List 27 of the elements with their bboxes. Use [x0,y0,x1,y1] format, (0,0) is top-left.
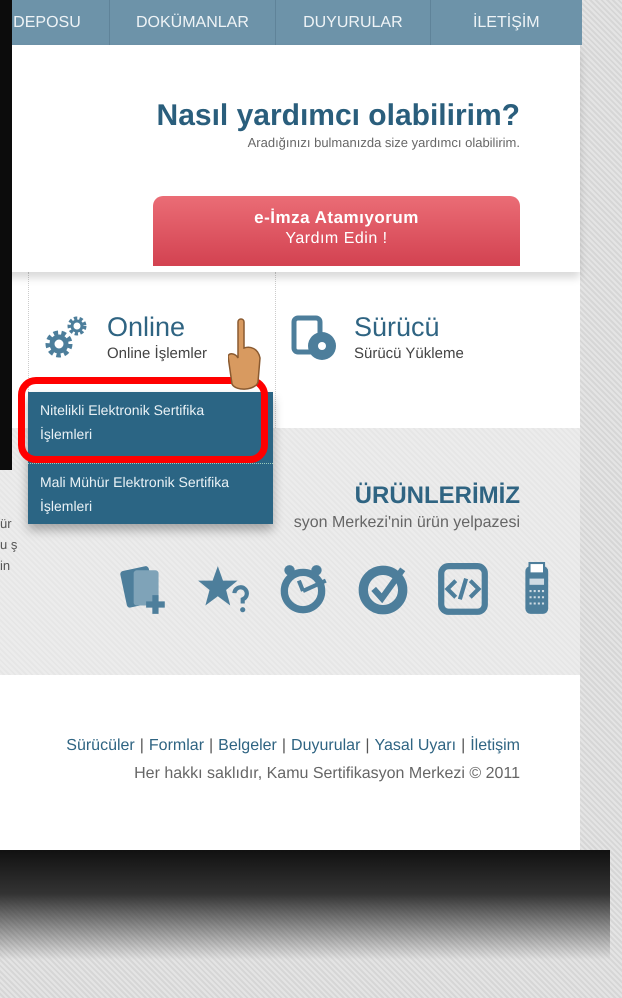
feature-subtitle: Sürücü Yükleme [354,345,464,362]
footer-link[interactable]: Duyurular [291,737,360,755]
products-subtitle: syon Merkezi'nin ürün yelpazesi [294,514,520,532]
menu-item[interactable]: Nitelikli Elektronik Sertifika İşlemleri [28,392,257,452]
separator: | [282,737,286,755]
footer-link[interactable]: Yasal Uyarı [374,737,456,755]
text-fragment: in [0,558,12,573]
code-box-icon[interactable] [436,562,490,618]
help-heading: Nasıl yardımcı olabilirim? [156,99,520,133]
feature-title[interactable]: Sürücü [354,314,464,341]
help-button[interactable]: e-İmza Atamıyorum Yardım Edin ! [153,196,520,266]
footer-link[interactable]: Sürücüler [66,737,135,755]
menu-item[interactable]: Mali Mühür Elektronik Sertifika İşlemleri [28,463,273,524]
help-subtitle: Aradığınızı bulmanızda size yardımcı olabilirim. [248,135,520,150]
footer-link[interactable]: Belgeler [218,737,277,755]
footer-link[interactable]: İletişim [470,737,520,755]
separator: | [209,737,214,755]
separator: | [461,737,466,755]
text-fragment: ür [0,516,13,531]
footer-link[interactable]: Formlar [148,737,204,755]
separator: | [365,737,370,755]
feature-subtitle: Online İşlemler [107,345,208,362]
separator: | [140,737,144,755]
products-heading: ÜRÜNLERİMİZ [354,482,520,510]
text-fragment: u ş [0,537,18,552]
feature-title[interactable]: Online [107,314,208,341]
copyright-text: Her hakkı saklıdır, Kamu Sertifikasyon Merkezi © 2011 [134,765,520,783]
